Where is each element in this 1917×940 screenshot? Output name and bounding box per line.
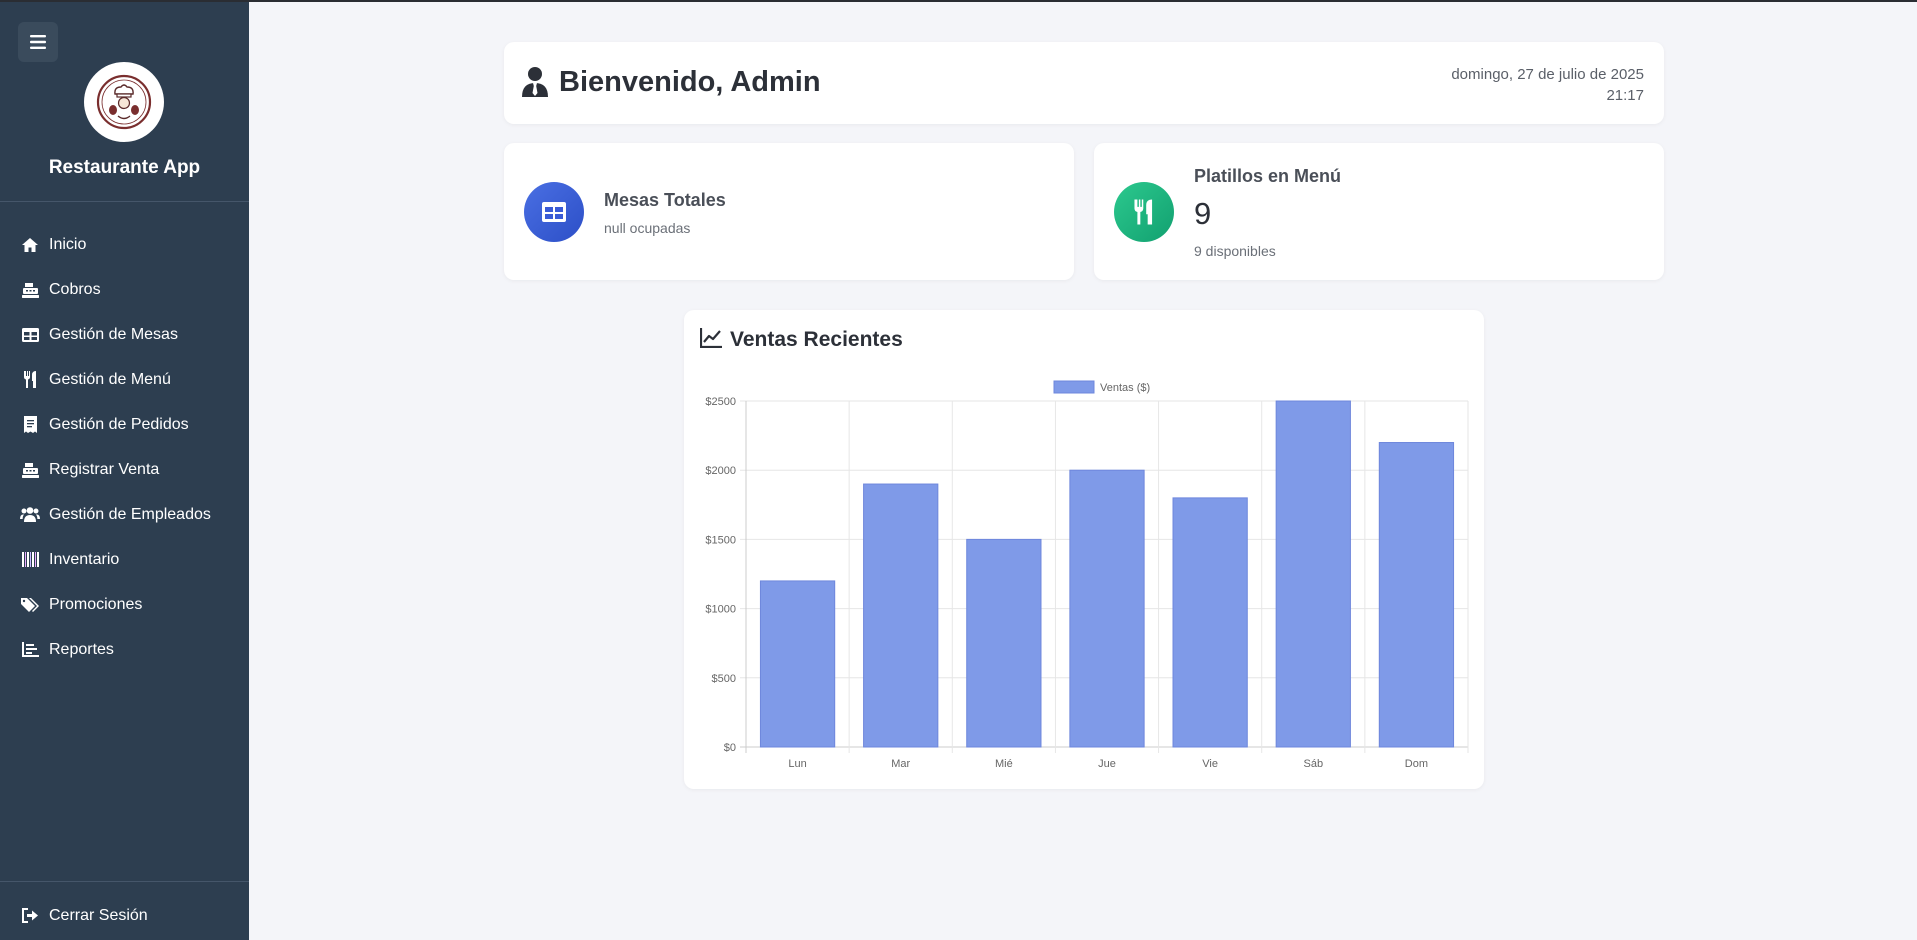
sidebar-item-registrar-venta[interactable]: Registrar Venta bbox=[0, 447, 249, 492]
sidebar-item-inicio[interactable]: Inicio bbox=[0, 222, 249, 267]
y-tick-label: $2500 bbox=[705, 396, 736, 408]
datetime: domingo, 27 de julio de 2025 21:17 bbox=[1451, 64, 1644, 106]
x-tick-label: Jue bbox=[1098, 758, 1116, 770]
stat-card-mesas: Mesas Totales null ocupadas bbox=[504, 143, 1074, 280]
sidebar-item-menu[interactable]: Gestión de Menú bbox=[0, 357, 249, 402]
sidebar-divider bbox=[0, 201, 249, 202]
stat-value: 9 bbox=[1194, 196, 1212, 231]
legend-label: Ventas ($) bbox=[1100, 382, 1150, 394]
sidebar-item-promociones[interactable]: Promociones bbox=[0, 582, 249, 627]
sidebar-item-cobros[interactable]: Cobros bbox=[0, 267, 249, 312]
home-icon bbox=[20, 236, 40, 254]
sidebar-item-label: Cobros bbox=[49, 280, 101, 298]
chef-logo-icon bbox=[96, 74, 152, 130]
welcome-card: Bienvenido, Admin domingo, 27 de julio d… bbox=[504, 42, 1664, 124]
sidebar-item-inventario[interactable]: Inventario bbox=[0, 537, 249, 582]
y-tick-label: $0 bbox=[724, 742, 736, 754]
legend-swatch bbox=[1053, 380, 1095, 394]
sidebar-item-label: Gestión de Mesas bbox=[49, 325, 178, 343]
bar bbox=[1069, 469, 1145, 748]
stat-sub: null ocupadas bbox=[604, 220, 691, 236]
sidebar-item-mesas[interactable]: Gestión de Mesas bbox=[0, 312, 249, 357]
users-icon bbox=[20, 506, 40, 524]
x-tick-label: Lun bbox=[788, 758, 806, 770]
bar bbox=[759, 580, 836, 748]
sidebar-item-label: Gestión de Pedidos bbox=[49, 415, 189, 433]
app-title: Restaurante App bbox=[48, 157, 201, 178]
menu-toggle-button[interactable] bbox=[18, 22, 58, 62]
table-icon bbox=[524, 182, 584, 242]
sidebar-item-label: Registrar Venta bbox=[49, 460, 160, 478]
y-tick-label: $500 bbox=[712, 673, 736, 685]
x-tick-label: Dom bbox=[1405, 758, 1428, 770]
sign-out-icon bbox=[20, 907, 40, 925]
chart-bar-icon bbox=[20, 641, 40, 659]
sidebar-item-label: Reportes bbox=[49, 640, 114, 658]
y-tick-label: $1500 bbox=[705, 534, 736, 546]
x-tick-label: Vie bbox=[1202, 758, 1218, 770]
sidebar-item-pedidos[interactable]: Gestión de Pedidos bbox=[0, 402, 249, 447]
x-tick-label: Mar bbox=[891, 758, 910, 770]
receipt-icon bbox=[20, 416, 40, 434]
time-text: 21:17 bbox=[1606, 87, 1644, 104]
sidebar-item-label: Gestión de Empleados bbox=[49, 505, 211, 523]
cash-register-icon bbox=[20, 281, 40, 299]
stat-title: Mesas Totales bbox=[604, 190, 726, 210]
sidebar-item-reportes[interactable]: Reportes bbox=[0, 627, 249, 672]
y-tick-label: $1000 bbox=[705, 604, 736, 616]
app-logo bbox=[84, 62, 164, 142]
bar bbox=[1378, 442, 1455, 748]
stat-sub: 9 disponibles bbox=[1194, 243, 1276, 259]
sales-bar-chart: Ventas ($) $0 $500 $1000 $1500 $2000 $2500 Lun M… bbox=[705, 380, 1469, 770]
sidebar-item-label: Inventario bbox=[49, 550, 120, 568]
x-tick-label: Mié bbox=[995, 758, 1013, 770]
sidebar-item-empleados[interactable]: Gestión de Empleados bbox=[0, 492, 249, 537]
sidebar: Restaurante App Inicio Cobros Gestión de… bbox=[0, 0, 249, 940]
barcode-icon bbox=[20, 551, 40, 569]
logout-label: Cerrar Sesión bbox=[49, 906, 148, 924]
utensils-icon bbox=[20, 371, 40, 389]
logout-button[interactable]: Cerrar Sesión bbox=[0, 893, 249, 938]
x-tick-label: Sáb bbox=[1303, 758, 1323, 770]
sidebar-item-label: Promociones bbox=[49, 595, 143, 613]
stat-title: Platillos en Menú bbox=[1194, 166, 1342, 186]
date-text: domingo, 27 de julio de 2025 bbox=[1451, 66, 1644, 83]
user-tie-icon bbox=[522, 67, 548, 102]
y-tick-label: $2000 bbox=[705, 465, 736, 477]
bar bbox=[863, 483, 939, 748]
tags-icon bbox=[20, 596, 40, 614]
bar bbox=[1275, 400, 1351, 748]
top-border bbox=[0, 0, 1917, 2]
sidebar-item-label: Inicio bbox=[49, 235, 87, 253]
sidebar-divider bbox=[0, 881, 249, 882]
sidebar-item-label: Gestión de Menú bbox=[49, 370, 171, 388]
cash-register-icon bbox=[20, 461, 40, 479]
welcome-title: Bienvenido, Admin bbox=[559, 66, 821, 98]
sidebar-nav: Inicio Cobros Gestión de Mesas Gestión d… bbox=[0, 222, 249, 672]
hamburger-icon bbox=[30, 35, 46, 49]
bar bbox=[966, 538, 1042, 748]
bar bbox=[1172, 497, 1248, 748]
utensils-icon bbox=[1114, 182, 1174, 242]
stat-card-platillos: Platillos en Menú 9 9 disponibles bbox=[1094, 143, 1664, 280]
chart-card-ventas: Ventas Recientes Ventas ($) $0 $500 $1000 $1… bbox=[684, 310, 1484, 789]
table-icon bbox=[20, 326, 40, 344]
